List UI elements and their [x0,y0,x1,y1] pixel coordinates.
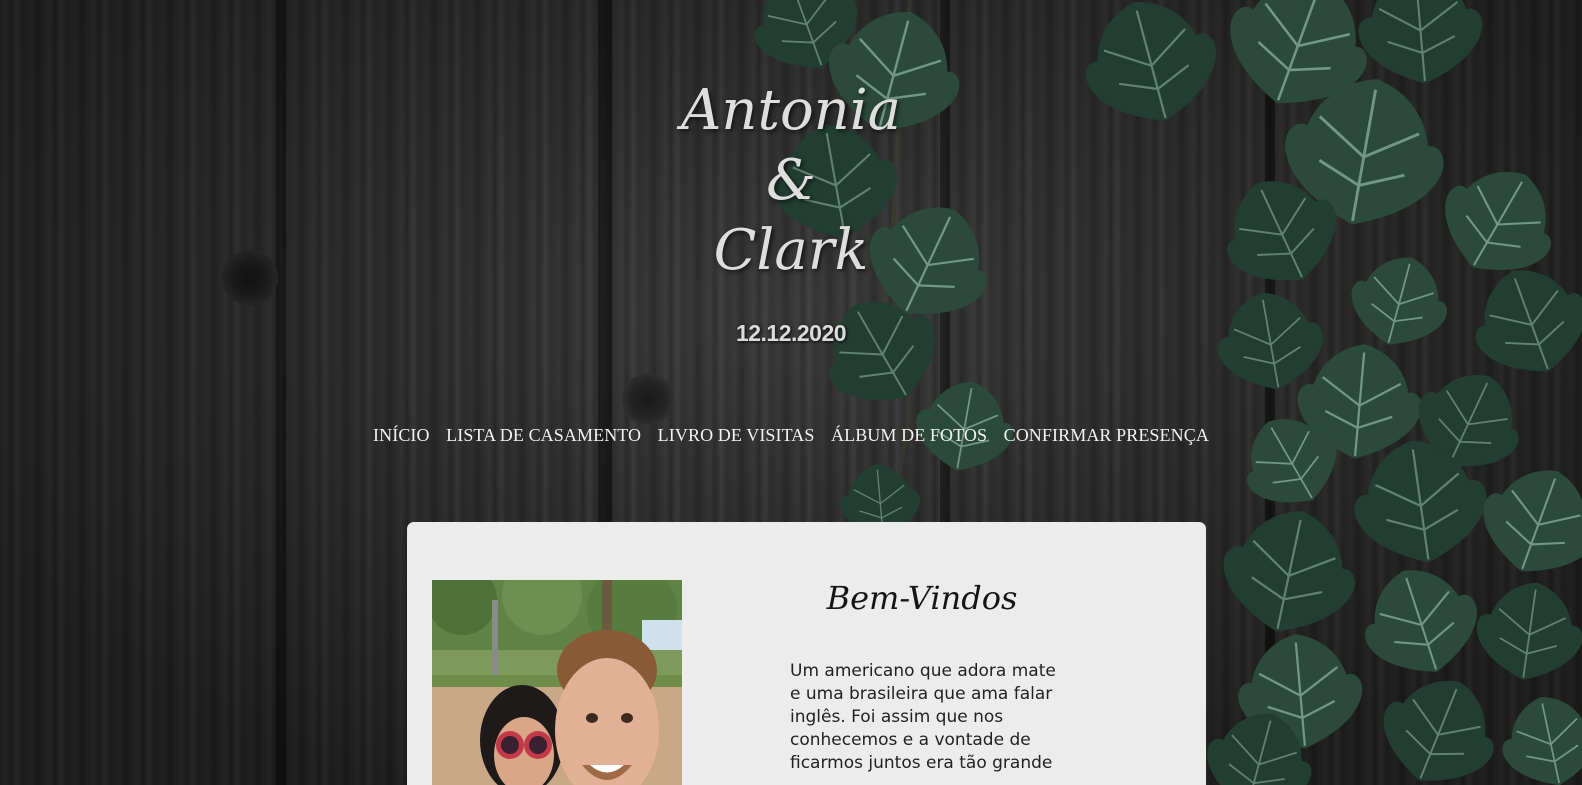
ampersand: & [766,148,816,213]
nav-item-livro-de-visitas[interactable]: LIVRO DE VISITAS [658,425,815,446]
welcome-text: Um americano que adora mate e uma brasil… [790,661,1056,773]
nav-item-confirmar-presenca[interactable]: CONFIRMAR PRESENÇA [1004,425,1209,446]
welcome-card: Bem-Vindos Um americano que adora mate e… [407,522,1206,785]
name-one: Antonia [680,78,902,143]
couple-photo [432,580,682,785]
nav-item-lista-de-casamento[interactable]: LISTA DE CASAMENTO [446,425,641,446]
nav-item-album-de-fotos[interactable]: ÁLBUM DE FOTOS [831,425,987,446]
welcome-title: Bem-Vindos [826,579,1018,617]
name-two: Clark [713,218,869,283]
main-nav: INÍCIO LISTA DE CASAMENTO LIVRO DE VISIT… [0,425,1582,446]
couple-names: Antonia & Clark [0,76,1582,286]
nav-item-inicio[interactable]: INÍCIO [373,425,430,446]
wedding-date: 12.12.2020 [735,320,847,346]
